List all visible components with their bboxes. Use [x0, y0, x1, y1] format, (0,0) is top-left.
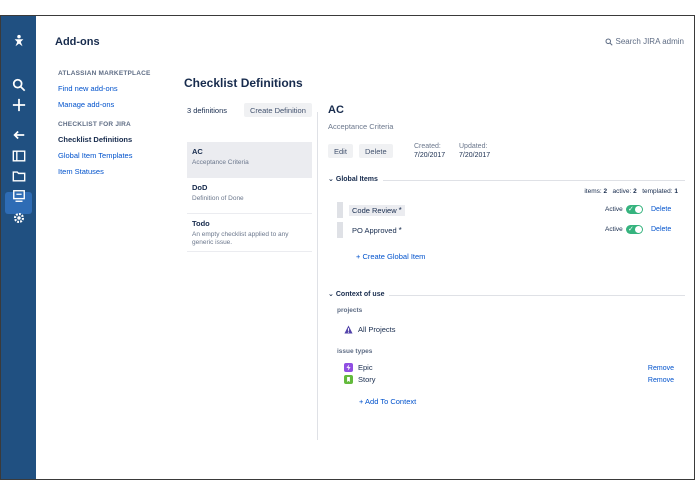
check-icon: ✓ — [628, 226, 634, 233]
active-toggle[interactable]: ✓ — [626, 205, 643, 214]
templated-label: templated: — [642, 188, 673, 195]
remove-story-link[interactable]: Remove — [648, 377, 674, 384]
items-count: 2 — [603, 188, 608, 195]
active-count: 2 — [633, 188, 637, 195]
definitions-list: AC Acceptance Criteria DoD Definition of… — [187, 142, 312, 252]
global-nav — [1, 16, 36, 479]
definition-item-ac[interactable]: AC Acceptance Criteria — [187, 142, 312, 178]
global-items-toggle[interactable]: ⌄ Global Items — [328, 175, 378, 184]
sidebar-item-item-statuses[interactable]: Item Statuses — [58, 167, 178, 176]
delete-definition-button[interactable]: Delete — [359, 144, 393, 158]
detail-title: AC — [328, 104, 344, 116]
project-row: All Projects — [344, 325, 396, 334]
story-icon — [344, 375, 353, 384]
marketplace-heading: ATLASSIAN MARKETPLACE — [58, 70, 151, 77]
create-global-item-link[interactable]: + Create Global Item — [356, 252, 425, 261]
drag-handle[interactable] — [337, 222, 343, 238]
create-definition-button[interactable]: Create Definition — [244, 103, 312, 117]
global-item-row: PO Approved * Active ✓ Delete — [337, 222, 677, 238]
back-arrow-icon[interactable] — [9, 125, 29, 145]
created-label: Created: — [414, 143, 441, 150]
global-item-row: Code Review * Active ✓ Delete — [337, 202, 677, 218]
updated-value: 7/20/2017 — [459, 152, 491, 159]
checklist-heading: CHECKLIST FOR JIRA — [58, 121, 131, 128]
delete-global-item-link[interactable]: Delete — [651, 206, 671, 213]
admin-sidebar: ATLASSIAN MARKETPLACE Find new add-ons M… — [58, 70, 178, 176]
issue-type-row-epic: Epic — [344, 363, 373, 372]
context-heading: Context of use — [335, 290, 385, 298]
definition-name: AC — [192, 147, 203, 156]
updated-meta: Updated: 7/20/2017 — [459, 142, 490, 160]
section-divider — [389, 295, 685, 296]
definition-item-todo[interactable]: Todo An empty checklist applied to any g… — [187, 214, 312, 252]
definition-name: DoD — [192, 183, 208, 192]
dashboard-icon[interactable] — [9, 186, 29, 206]
column-divider — [317, 112, 318, 440]
global-item-name[interactable]: Code Review * — [349, 205, 405, 216]
updated-label: Updated: — [459, 143, 488, 150]
drag-handle[interactable] — [337, 202, 343, 218]
app-window: Add-ons Search JIRA admin ATLASSIAN MARK… — [0, 15, 695, 480]
definition-desc: Definition of Done — [192, 195, 244, 202]
active-label: Active — [605, 206, 623, 213]
sidebar-item-global-item-templates[interactable]: Global Item Templates — [58, 151, 178, 160]
issue-type-name: Epic — [358, 363, 373, 372]
created-meta: Created: 7/20/2017 — [414, 142, 445, 160]
add-to-context-link[interactable]: + Add To Context — [359, 397, 416, 406]
definition-name: Todo — [192, 219, 210, 228]
issue-type-row-story: Story — [344, 375, 376, 384]
board-icon[interactable] — [9, 146, 29, 166]
edit-button[interactable]: Edit — [328, 144, 353, 158]
project-icon — [344, 325, 353, 334]
search-admin-label: Search JIRA admin — [615, 37, 684, 46]
plus-icon[interactable] — [9, 95, 29, 115]
global-items-heading: Global Items — [335, 175, 378, 183]
sidebar-item-manage-addons[interactable]: Manage add-ons — [58, 100, 178, 109]
delete-global-item-link[interactable]: Delete — [651, 226, 671, 233]
definition-desc: An empty checklist applied to any generi… — [192, 231, 289, 246]
gear-icon[interactable] — [9, 208, 29, 228]
folder-icon[interactable] — [9, 166, 29, 186]
sidebar-item-checklist-definitions[interactable]: Checklist Definitions — [58, 135, 178, 144]
definition-item-dod[interactable]: DoD Definition of Done — [187, 178, 312, 214]
templated-count: 1 — [674, 188, 678, 195]
required-star: * — [398, 226, 402, 235]
definitions-title: Checklist Definitions — [184, 76, 303, 90]
sidebar-item-find-new-addons[interactable]: Find new add-ons — [58, 84, 178, 93]
search-admin[interactable]: Search JIRA admin — [605, 37, 684, 46]
context-of-use-toggle[interactable]: ⌄ Context of use — [328, 290, 385, 299]
global-item-name[interactable]: PO Approved * — [349, 225, 405, 236]
detail-description: Acceptance Criteria — [328, 122, 394, 131]
active-label: active: — [612, 188, 632, 195]
remove-epic-link[interactable]: Remove — [648, 365, 674, 372]
created-value: 7/20/2017 — [414, 152, 446, 159]
issue-types-heading: issue types — [337, 348, 373, 355]
jira-logo-icon[interactable] — [9, 31, 29, 51]
epic-icon — [344, 363, 353, 372]
required-star: * — [398, 206, 402, 215]
active-toggle[interactable]: ✓ — [626, 225, 643, 234]
check-icon: ✓ — [628, 206, 634, 213]
global-items-stats: items: 2 active: 2 templated: 1 — [584, 188, 678, 195]
definition-desc: Acceptance Criteria — [192, 159, 249, 166]
chevron-down-icon: ⌄ — [328, 291, 334, 298]
definitions-count: 3 definitions — [187, 106, 228, 115]
page-title: Add-ons — [55, 36, 100, 48]
search-icon[interactable] — [9, 75, 29, 95]
projects-heading: projects — [337, 307, 363, 314]
items-label: items: — [584, 188, 602, 195]
issue-type-name: Story — [358, 375, 376, 384]
active-label: Active — [605, 226, 623, 233]
section-divider — [383, 180, 685, 181]
chevron-down-icon: ⌄ — [328, 176, 334, 183]
all-projects-label: All Projects — [358, 325, 396, 334]
search-small-icon — [605, 38, 613, 46]
